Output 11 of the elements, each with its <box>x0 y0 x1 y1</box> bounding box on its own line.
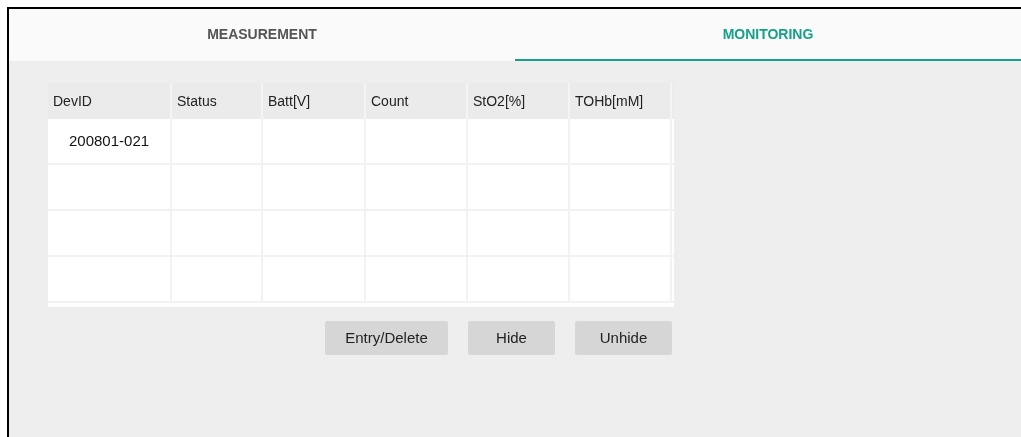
column-header: TOHb[mM] <box>575 91 644 111</box>
table-cell-text: 200801-021 <box>69 130 150 151</box>
column-header: Status <box>177 91 217 111</box>
tab[interactable]: MEASUREMENT <box>9 9 515 61</box>
column-header: Batt[V] <box>268 91 311 111</box>
action-button[interactable]: Unhide <box>575 321 672 355</box>
column-header: DevID <box>53 91 92 111</box>
column-header: Count <box>371 91 409 111</box>
column-header: StO2[%] <box>473 91 526 111</box>
action-button[interactable]: Hide <box>468 321 555 355</box>
action-button[interactable]: Entry/Delete <box>325 321 448 355</box>
